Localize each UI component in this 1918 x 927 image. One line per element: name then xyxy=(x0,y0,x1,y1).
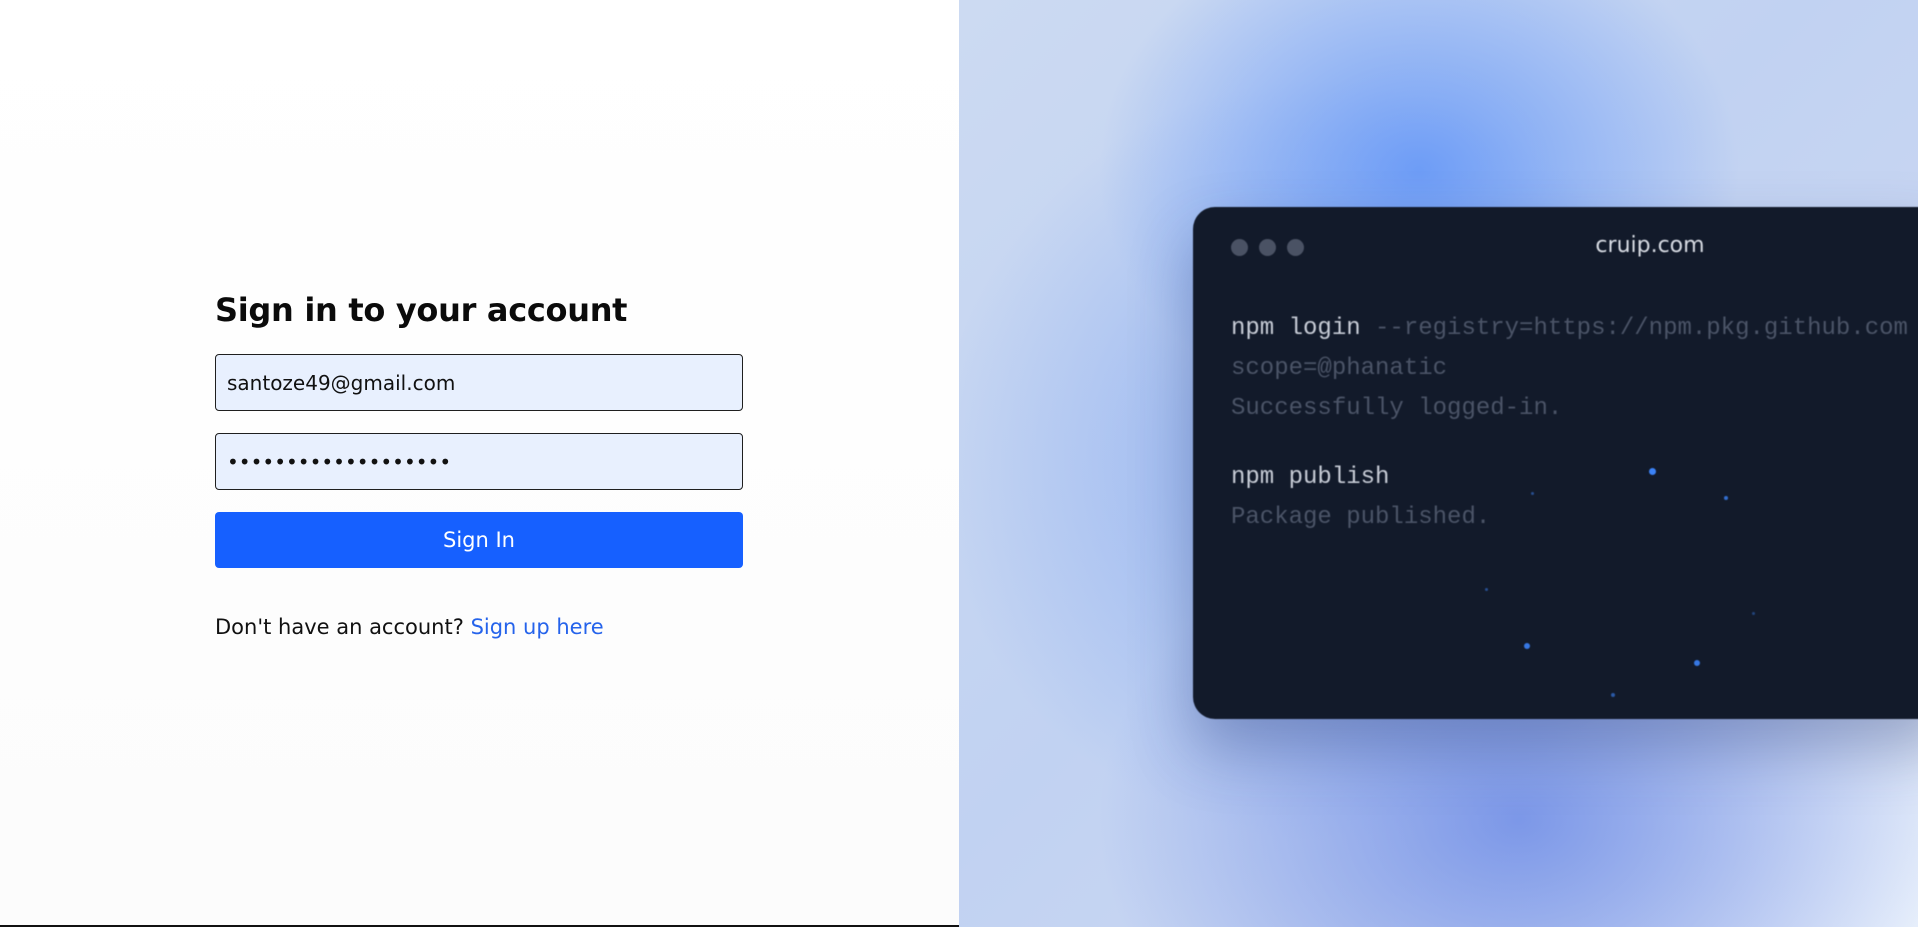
terminal-command: npm login xyxy=(1231,315,1361,342)
terminal-line: Successfully logged-in. xyxy=(1231,395,1563,422)
particle-dot xyxy=(1752,612,1755,615)
signup-prompt-text: Don't have an account? xyxy=(215,615,464,639)
particle-dot xyxy=(1485,588,1488,591)
terminal-command: npm publish xyxy=(1231,464,1390,491)
particle-dot xyxy=(1611,693,1615,697)
terminal-window: cruip.com npm login --registry=https://n… xyxy=(1193,207,1918,719)
email-field[interactable]: santoze49@gmail.com xyxy=(215,354,743,411)
terminal-line: npm login --registry=https://npm.pkg.git… xyxy=(1231,309,1908,349)
terminal-line: scope=@phanatic xyxy=(1231,355,1448,382)
terminal-line: Package published. xyxy=(1231,504,1491,531)
terminal-output: npm login --registry=https://npm.pkg.git… xyxy=(1231,309,1908,538)
page-title: Sign in to your account xyxy=(215,291,628,329)
password-value: ••••••••••••••••••• xyxy=(227,449,452,474)
signup-prompt-line: Don't have an account? Sign up here xyxy=(215,615,743,639)
terminal-title: cruip.com xyxy=(1595,233,1705,258)
particle-dot xyxy=(1524,643,1530,649)
password-field[interactable]: ••••••••••••••••••• xyxy=(215,433,743,490)
particle-dot xyxy=(1649,468,1656,475)
email-value: santoze49@gmail.com xyxy=(227,370,456,395)
sign-in-button[interactable]: Sign In xyxy=(215,512,743,568)
terminal-argument: --registry=https://npm.pkg.github.com xyxy=(1360,315,1908,342)
particle-dot xyxy=(1531,492,1534,495)
particle-dot xyxy=(1724,496,1728,500)
signup-link[interactable]: Sign up here xyxy=(471,615,604,639)
sign-in-form: Sign in to your account santoze49@gmail.… xyxy=(215,288,743,639)
sign-in-panel: Sign in to your account santoze49@gmail.… xyxy=(0,0,959,927)
illustration-panel: cruip.com npm login --registry=https://n… xyxy=(959,0,1918,927)
particle-dot xyxy=(1694,660,1700,666)
